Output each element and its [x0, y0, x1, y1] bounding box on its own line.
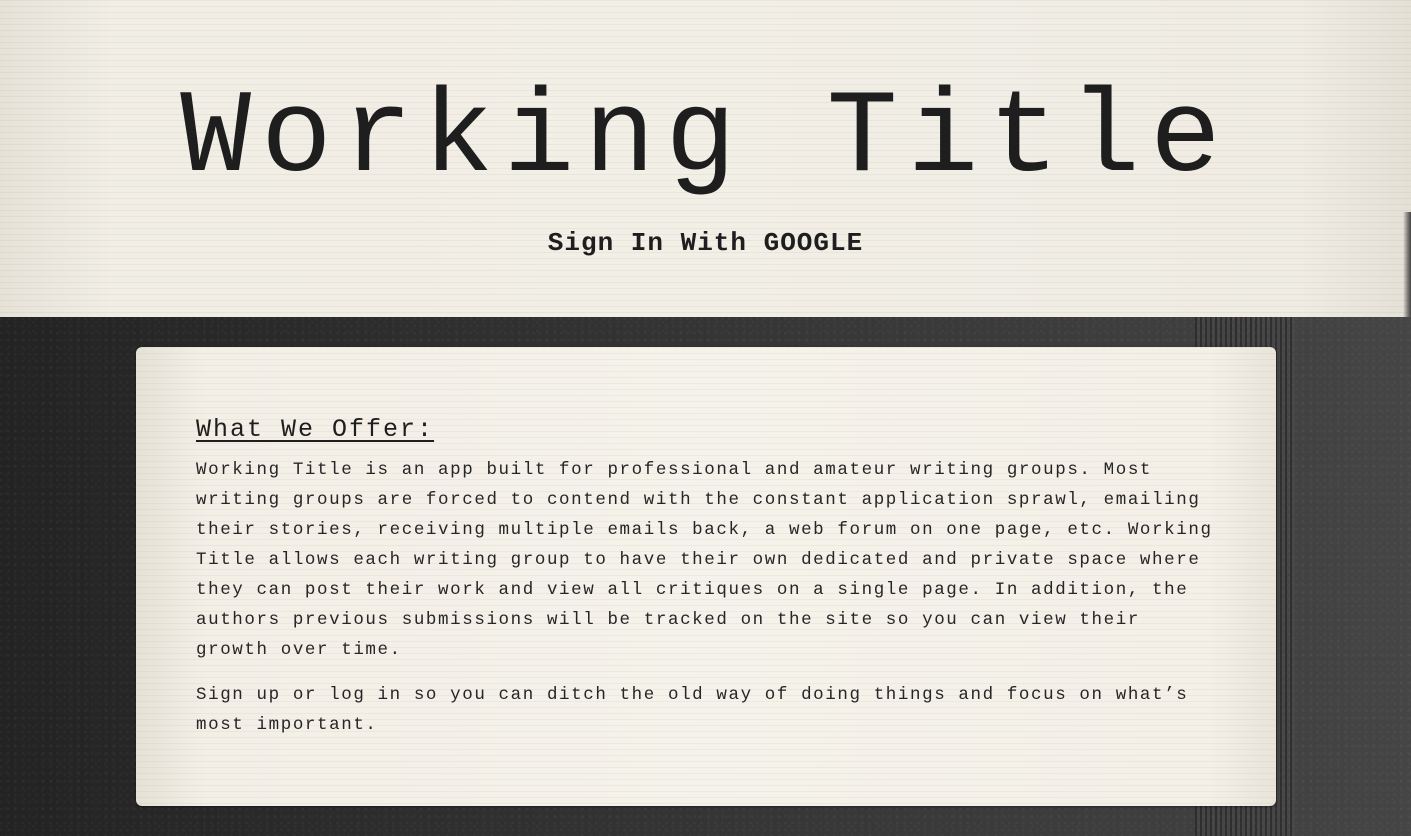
google-signin-link[interactable]: Sign In With GOOGLE [548, 228, 863, 258]
scroll-edge-shadow [1403, 212, 1411, 317]
site-title: Working Title [180, 73, 1231, 206]
offer-heading: What We Offer: [196, 415, 435, 444]
offer-paragraph-2: Sign up or log in so you can ditch the o… [196, 685, 1189, 735]
offer-card: What We Offer: Working Title is an app b… [136, 347, 1276, 806]
offer-paragraph-1: Working Title is an app built for profes… [196, 460, 1213, 660]
google-signin-container: Sign In With GOOGLE [0, 226, 1411, 260]
header-banner: Working Title Sign In With GOOGLE [0, 0, 1411, 317]
